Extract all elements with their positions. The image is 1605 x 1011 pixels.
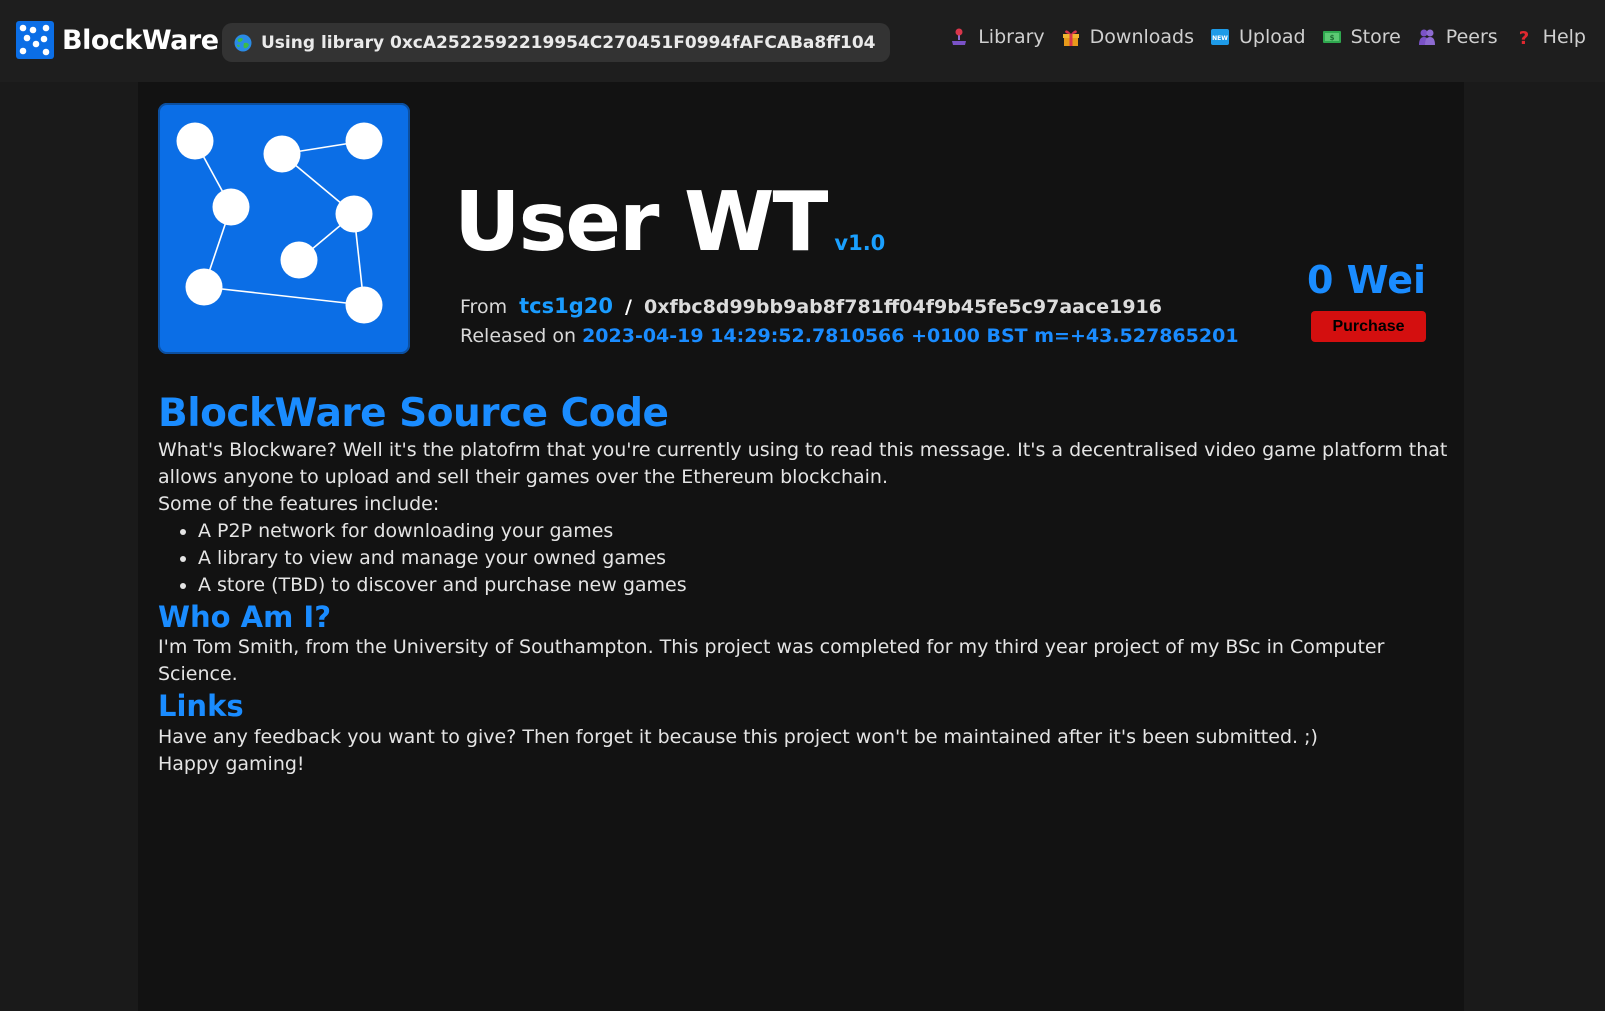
links-heading: Links (158, 689, 244, 724)
nav-peers[interactable]: Peers (1417, 26, 1498, 48)
list-item: A store (TBD) to discover and purchase n… (198, 572, 1448, 599)
list-item: A P2P network for downloading your games (198, 518, 1448, 545)
joystick-icon (952, 28, 967, 45)
closing-text: Happy gaming! (158, 752, 305, 775)
main-nav: Library Downloads NEW Upload $ Store Pee… (933, 26, 1586, 48)
author-link[interactable]: tcs1g20 (519, 294, 613, 318)
game-detail-panel: User WT v1.0 From tcs1g20 / 0xfbc8d99bb9… (138, 82, 1464, 1011)
svg-text:?: ? (1518, 28, 1528, 47)
library-address-label: Using library 0xcA2522592219954C270451F0… (261, 32, 876, 53)
svg-text:$: $ (1329, 34, 1334, 42)
nav-library[interactable]: Library (949, 26, 1045, 48)
game-version: v1.0 (834, 231, 886, 255)
game-description: BlockWare Source Code What's Blockware? … (158, 391, 1448, 778)
nav-library-label: Library (978, 26, 1045, 48)
features-intro: Some of the features include: (158, 492, 440, 515)
author-line: From tcs1g20 / 0xfbc8d99bb9ab8f781ff04f9… (460, 292, 1239, 322)
description-heading: BlockWare Source Code (158, 391, 669, 436)
question-icon: ? (1518, 28, 1528, 47)
brand-name: BlockWare (62, 24, 219, 56)
released-label: Released on (460, 325, 577, 347)
svg-text:NEW: NEW (1212, 35, 1228, 42)
who-heading: Who Am I? (158, 599, 332, 634)
price-label: 0 Wei (1306, 258, 1426, 302)
nav-upload-label: Upload (1239, 26, 1306, 48)
game-cover-image (158, 103, 410, 354)
list-item: A library to view and manage your owned … (198, 545, 1448, 572)
from-label: From (460, 296, 508, 318)
links-text: Have any feedback you want to give? Then… (158, 725, 1318, 748)
globe-icon (234, 34, 252, 51)
nav-store-label: Store (1350, 26, 1401, 48)
features-list: A P2P network for downloading your games… (198, 518, 1448, 599)
game-title: User WT (454, 175, 828, 270)
nav-help[interactable]: ? Help (1514, 26, 1586, 48)
release-line: Released on 2023-04-19 14:29:52.7810566 … (460, 322, 1239, 351)
library-selector[interactable]: Using library 0xcA2522592219954C270451F0… (222, 23, 890, 62)
gift-icon (1062, 30, 1079, 46)
nav-peers-label: Peers (1445, 26, 1498, 48)
nav-help-label: Help (1542, 26, 1586, 48)
nav-downloads-label: Downloads (1089, 26, 1194, 48)
who-text: I'm Tom Smith, from the University of So… (158, 636, 1385, 686)
release-date: 2023-04-19 14:29:52.7810566 +0100 BST m=… (582, 325, 1239, 347)
network-graph-icon (176, 122, 383, 324)
nav-downloads[interactable]: Downloads (1061, 26, 1194, 48)
top-navigation-bar: BlockWare Using library 0xcA252259221995… (0, 0, 1605, 82)
game-meta: From tcs1g20 / 0xfbc8d99bb9ab8f781ff04f9… (460, 292, 1239, 351)
description-intro: What's Blockware? Well it's the platofrm… (158, 438, 1448, 488)
purchase-button[interactable]: Purchase (1311, 311, 1426, 342)
author-address-link[interactable]: 0xfbc8d99bb9ab8f781ff04f9b45fe5c97aace19… (644, 296, 1162, 318)
nav-store[interactable]: $ Store (1322, 26, 1401, 48)
title-row: User WT v1.0 (454, 182, 885, 264)
brand-home-link[interactable]: BlockWare (16, 21, 219, 59)
blockware-logo-icon (16, 21, 54, 59)
author-separator: / (625, 296, 632, 318)
people-icon (1418, 29, 1435, 45)
new-icon: NEW (1211, 29, 1229, 45)
money-icon: $ (1322, 31, 1341, 43)
nav-upload[interactable]: NEW Upload (1210, 26, 1306, 48)
